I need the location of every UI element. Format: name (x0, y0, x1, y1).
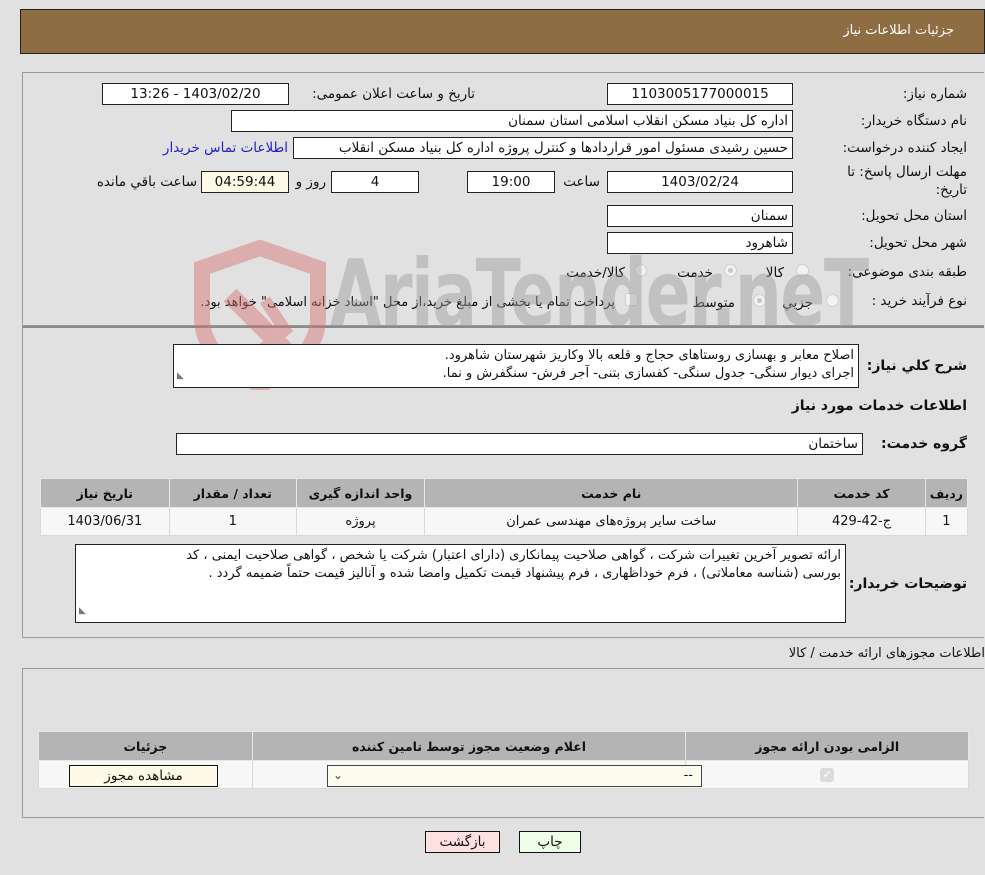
purchase-option-medium: متوسط (692, 295, 735, 311)
view-permit-button[interactable]: مشاهده مجوز (69, 765, 218, 787)
treasury-checkbox-label: پرداخت تمام یا بخشی از مبلغ خرید،از محل … (200, 295, 615, 310)
treasury-checkbox[interactable] (625, 293, 638, 306)
category-option-goods-service: کالا/خدمت (566, 265, 625, 281)
required-checkbox-checked-icon: ✓ (820, 768, 835, 782)
col-service-code: کد خدمت (797, 478, 926, 508)
remaining-time-label: ساعت باقي مانده (96, 174, 197, 190)
buyer-notes-textarea[interactable]: ارائه تصویر آخرین تغییرات شرکت ، گواهی ص… (75, 544, 846, 623)
province-field: سمنان (607, 205, 793, 227)
province-label: استان محل تحویل: (861, 208, 967, 224)
announce-datetime-field: 1403/02/20 - 13:26 (102, 83, 289, 105)
purchase-type-label: نوع فرآیند خرید : (871, 293, 967, 309)
page-title: جزئیات اطلاعات نیاز (843, 23, 954, 38)
category-radio-service[interactable] (724, 264, 737, 277)
permits-section-title: اطلاعات مجوزهای ارائه خدمت / کالا (788, 646, 985, 661)
permit-status-selected: -- (683, 768, 693, 783)
services-table: ردیف کد خدمت نام خدمت واحد اندازه گیری ت… (40, 478, 969, 536)
col-permit-status: اعلام وضعیت مجوز توسط تامین کننده (251, 731, 687, 761)
days-label: روز و (295, 174, 326, 190)
category-option-service: خدمت (677, 265, 713, 281)
cell-need-date: 1403/06/31 (40, 507, 170, 536)
cell-service-name: ساخت سایر پروژه‌های مهندسی عمران (424, 507, 799, 536)
col-service-name: نام خدمت (424, 478, 799, 508)
deadline-label-line2: تاریخ: (935, 182, 967, 198)
services-section-title: اطلاعات خدمات مورد نیاز (791, 398, 967, 414)
col-permit-required: الزامی بودن ارائه مجوز (685, 731, 969, 761)
cell-quantity: 1 (168, 507, 297, 536)
summary-label: شرح کلي نیاز: (866, 358, 967, 374)
chevron-down-icon: ⌄ (333, 768, 344, 782)
city-field: شاهرود (607, 232, 793, 254)
col-quantity: تعداد / مقدار (168, 478, 297, 508)
resize-grip-icon[interactable]: ◢ (177, 367, 184, 385)
back-button[interactable]: بازگشت (425, 831, 500, 853)
buyer-contact-link[interactable]: اطلاعات تماس خریدار (163, 140, 288, 156)
deadline-time-field: 19:00 (467, 171, 555, 193)
permits-table-header: الزامی بودن ارائه مجوز اعلام وضعیت مجوز … (38, 731, 969, 761)
buyer-org-label: نام دستگاه خریدار: (860, 113, 967, 129)
cell-service-code: ج-42-429 (797, 507, 926, 536)
buyer-org-field: اداره کل بنیاد مسکن انقلاب اسلامی استان … (231, 110, 793, 132)
services-table-header: ردیف کد خدمت نام خدمت واحد اندازه گیری ت… (40, 478, 969, 508)
cell-row: 1 (924, 507, 969, 536)
deadline-label-line1: مهلت ارسال پاسخ: تا (847, 164, 967, 180)
page-header: جزئیات اطلاعات نیاز (20, 9, 985, 54)
city-label: شهر محل تحویل: (869, 235, 967, 251)
summary-line-1: اصلاح معابر و بهسازی روستاهای حجاج و قلع… (444, 348, 854, 363)
buyer-notes-label: توضیحات خریدار: (848, 576, 967, 592)
announce-datetime-label: تاریخ و ساعت اعلان عمومی: (312, 86, 475, 102)
buyer-notes-line-2: بورسی (شناسه معاملاتی) ، فرم خوداظهاری ،… (208, 566, 841, 581)
remaining-days-field: 4 (331, 171, 419, 193)
purchase-radio-minor[interactable] (826, 294, 839, 307)
remaining-time-field: 04:59:44 (201, 171, 289, 193)
need-number-field: 1103005177000015 (607, 83, 793, 105)
category-radio-goods[interactable] (796, 264, 809, 277)
need-number-label: شماره نیاز: (902, 86, 967, 102)
buyer-notes-line-1: ارائه تصویر آخرین تغییرات شرکت ، گواهی ص… (186, 548, 841, 563)
requester-field: حسین رشیدی مسئول امور قراردادها و کنترل … (293, 137, 793, 159)
deadline-time-label: ساعت (563, 174, 600, 190)
requester-label: ایجاد کننده درخواست: (842, 140, 967, 156)
deadline-date-field: 1403/02/24 (607, 171, 793, 193)
col-need-date: تاریخ نیاز (40, 478, 170, 508)
cell-permit-required: ✓ (685, 760, 969, 789)
resize-grip-icon[interactable]: ◢ (79, 602, 86, 620)
permit-status-select[interactable]: -- ⌄ (327, 765, 702, 787)
table-row: 1 ج-42-429 ساخت سایر پروژه‌های مهندسی عم… (40, 507, 969, 536)
col-permit-details: جزئیات (38, 731, 253, 761)
purchase-radio-medium[interactable] (753, 294, 766, 307)
service-group-field: ساختمان (176, 433, 863, 455)
category-radio-goods-service[interactable] (634, 264, 647, 277)
summary-textarea[interactable]: اصلاح معابر و بهسازی روستاهای حجاج و قلع… (173, 344, 859, 388)
summary-line-2: اجرای دیوار سنگی- جدول سنگی- کفسازی بتنی… (442, 366, 854, 381)
col-unit: واحد اندازه گیری (295, 478, 426, 508)
service-group-label: گروه خدمت: (881, 436, 967, 452)
print-button[interactable]: چاپ (519, 831, 581, 853)
col-row: ردیف (924, 478, 969, 508)
cell-unit: پروژه (295, 507, 426, 536)
purchase-option-minor: جزیي (782, 295, 813, 311)
category-label: طبقه بندی موضوعی: (847, 264, 967, 280)
category-option-goods: کالا (765, 265, 784, 281)
